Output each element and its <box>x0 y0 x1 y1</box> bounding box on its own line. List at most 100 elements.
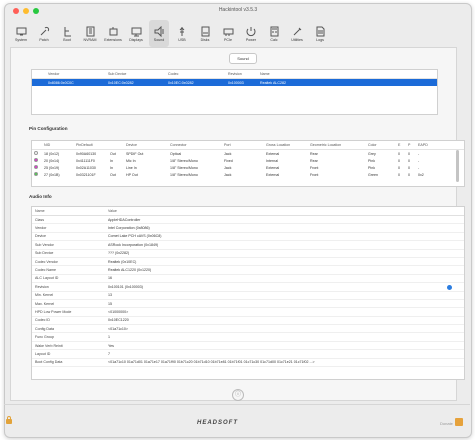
pin-color-dot-icon <box>34 158 38 162</box>
audio-info-value: <01a71c10 01a71d01 01a71e17 01a71f90 01b… <box>108 360 315 365</box>
audio-info-row[interactable]: Layout ID 7 <box>32 350 464 359</box>
donate-label[interactable]: Donate <box>440 421 453 426</box>
audio-col-value: Value <box>108 209 117 213</box>
pin-col-header: Color <box>368 143 377 147</box>
pin-cell: 27 (0x1B) <box>44 172 60 177</box>
device-table-header: Vendor Sub Device Codec Revision Name <box>32 70 437 79</box>
toolbar-sound[interactable]: Sound <box>149 20 169 47</box>
device-cell: Realtek ALC282 <box>260 80 286 85</box>
pin-table-header: NID PinDefault Device Connector Port Gross Lo… <box>32 141 464 150</box>
pin-cell: Rear <box>310 158 318 163</box>
pin-cell: Front <box>310 172 319 177</box>
monitor-icon <box>131 24 142 37</box>
audio-info-row[interactable]: Min. Kernel 13 <box>32 292 464 300</box>
audio-info-row[interactable]: Func Group 1 <box>32 333 464 342</box>
audio-info-key: ALC Layout ID <box>35 276 59 281</box>
toolbar-nvram[interactable]: NVRAM <box>80 20 100 47</box>
pin-cell: Jack <box>224 151 232 156</box>
audio-info-row[interactable]: HPD Low Power Mode <01000000> <box>32 308 464 317</box>
audio-info-row[interactable]: Max. Kernel 15 <box>32 300 464 309</box>
audio-info-row[interactable]: Boot Config Data <01a71c10 01a71d01 01a71… <box>32 359 464 368</box>
pci-icon <box>223 24 234 36</box>
audio-info-value: ??? (0x2282) <box>108 251 130 256</box>
audio-info-key: Codec ID <box>35 318 50 323</box>
audio-info-row[interactable]: Codec Name Realtek ALC1220 (0x1220) <box>32 266 464 275</box>
audio-info-row[interactable]: Codec ID 0x10EC1220 <box>32 317 464 326</box>
audio-info-value: ASRock Incorporation (0x1849) <box>108 242 159 247</box>
pin-cell: 0x02A11030 <box>76 165 96 170</box>
toolbar-label: Boot <box>63 38 71 42</box>
pin-cell: 0 <box>398 151 400 156</box>
audio-info-value: 16 <box>108 276 112 281</box>
toolbar-boot[interactable]: Boot <box>57 20 77 47</box>
toolbar-calc[interactable]: Calc <box>264 20 284 47</box>
pin-cell: In <box>110 165 113 170</box>
audio-info-row[interactable]: Sub Device ??? (0x2282) <box>32 250 464 258</box>
pin-config-title: Pin Configuration <box>29 126 68 131</box>
edit-indicator-icon[interactable] <box>447 285 452 290</box>
audio-info-row[interactable]: Vendor Intel Corporation (0x8086) <box>32 224 464 233</box>
pin-row[interactable]: 27 (0x1B) 0x0321101F Out HP Out 1/8" Stereo/… <box>32 171 464 178</box>
toolbar-label: USB <box>178 38 186 42</box>
toolbar-power[interactable]: Power <box>241 20 261 47</box>
audio-info-row[interactable]: Class AppleHDAController <box>32 216 464 225</box>
wrench-icon <box>39 24 50 36</box>
toolbar-usb[interactable]: USB <box>172 20 192 47</box>
usb-icon <box>177 24 188 36</box>
toolbar-disks[interactable]: Disks <box>195 20 215 47</box>
pin-col-header: PinDefault <box>76 143 93 147</box>
pin-cell: Internal <box>266 158 278 163</box>
toolbar-label: Logs <box>316 38 324 42</box>
audio-info-value: AppleHDAController <box>108 217 141 222</box>
device-table: Vendor Sub Device Codec Revision Name 0x8086… <box>31 69 438 115</box>
pin-cell: In <box>110 158 113 163</box>
audio-info-row[interactable]: Sub Vendor ASRock Incorporation (0x1849) <box>32 241 464 250</box>
pin-row[interactable]: 20 (0x14) 0x411111F0 In Mic In 1/8" Stereo/M… <box>32 157 464 164</box>
pin-cell: Rear <box>310 151 318 156</box>
toolbar-pcie[interactable]: PCIe <box>218 20 238 47</box>
pin-row[interactable]: 18 (0x12) 0x90A60130 Out SPDIF Out Optical Ja… <box>32 150 464 157</box>
pin-col-header: P <box>408 143 411 147</box>
audio-info-value: <01000000> <box>108 309 129 314</box>
pin-color-dot-icon <box>34 172 38 176</box>
audio-info-table: Name Value Class AppleHDAController Vendor… <box>31 206 465 380</box>
toolbar-extensions[interactable]: Extensions <box>103 20 123 47</box>
audio-info-row[interactable]: Config Data <01a71c10> <box>32 325 464 334</box>
toolbar-label: Sound <box>153 38 165 42</box>
audio-info-row[interactable]: ALC Layout ID 16 <box>32 275 464 284</box>
pin-cell: 0 <box>408 172 410 177</box>
device-cell: 0x100003 <box>228 80 244 85</box>
toolbar-displays[interactable]: Displays <box>126 20 146 47</box>
info-icon[interactable]: ⓘ <box>232 389 244 401</box>
audio-info-key: Boot Config Data <box>35 360 63 365</box>
toolbar-label: NVRAM <box>83 38 97 42</box>
pin-row[interactable]: 25 (0x19) 0x02A11030 In Line In 1/8" Stereo/… <box>32 164 464 171</box>
toolbar-system[interactable]: System <box>11 20 31 47</box>
lock-icon[interactable] <box>6 416 12 424</box>
audio-info-value: 0x10EC1220 <box>108 318 129 323</box>
toolbar-patch[interactable]: Patch <box>34 20 54 47</box>
pin-cell: 0x0321101F <box>76 172 96 177</box>
pin-cell: 1/8" Stereo/Mono <box>170 165 198 170</box>
sound-segment-button[interactable]: Sound <box>229 53 257 64</box>
donate-icon[interactable] <box>455 418 463 426</box>
pin-table-scrollbar[interactable] <box>456 150 459 182</box>
audio-info-row[interactable]: Device Comet Lake PCH cAVS (0x06C8) <box>32 233 464 242</box>
audio-info-row[interactable]: Revision 0x100101 (0x100003) <box>32 283 464 292</box>
pin-cell: External <box>266 172 280 177</box>
audio-info-header: Name Value <box>32 207 464 216</box>
pin-cell: 0 <box>398 165 400 170</box>
toolbar-logs[interactable]: Logs <box>310 20 330 47</box>
toolbar-utilities[interactable]: Utilities <box>287 20 307 47</box>
pin-cell: 20 (0x14) <box>44 158 60 163</box>
pin-cell: Pink <box>368 158 375 163</box>
pin-config-table: NID PinDefault Device Connector Port Gross Lo… <box>31 140 465 187</box>
pin-color-dot-icon <box>34 165 38 169</box>
audio-info-row[interactable]: Wake Verb Reinit Yes <box>32 342 464 351</box>
audio-info-row[interactable]: Codec Vendor Realtek (0x10EC) <box>32 258 464 267</box>
device-row[interactable]: 0x8086:0x0C0C 0x10EC:0x0282 0x10EC:0x0282 0… <box>32 79 437 86</box>
chip-icon <box>85 24 96 37</box>
toolbar-label: Power <box>245 38 257 42</box>
audio-info-key: Max. Kernel <box>35 301 55 306</box>
pin-col-header: Connector <box>170 143 187 147</box>
